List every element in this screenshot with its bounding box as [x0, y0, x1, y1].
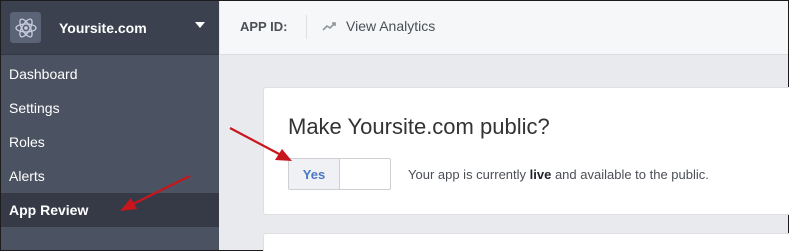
status-suffix: and available to the public. — [551, 167, 709, 182]
sidebar-item-label: Settings — [9, 100, 60, 116]
toggle-yes-label: Yes — [289, 159, 340, 189]
sidebar-item-label: App Review — [9, 202, 89, 218]
trend-up-icon — [322, 22, 336, 31]
make-public-card: Make Yoursite.com public? Yes Your app i… — [263, 87, 789, 215]
divider — [306, 15, 307, 39]
sidebar: Yoursite.com Dashboard Settings Roles Al… — [1, 1, 219, 250]
status-prefix: Your app is currently — [408, 167, 530, 182]
public-toggle[interactable]: Yes — [288, 158, 391, 190]
sidebar-item-label: Dashboard — [9, 66, 78, 82]
app-id-label: APP ID: — [240, 19, 288, 34]
caret-down-icon[interactable] — [195, 22, 205, 28]
sidebar-item-label: Alerts — [9, 168, 45, 184]
site-name: Yoursite.com — [59, 19, 147, 36]
card-title: Make Yoursite.com public? — [288, 114, 550, 139]
sidebar-item-dashboard[interactable]: Dashboard — [1, 57, 219, 91]
sidebar-item-label: Roles — [9, 134, 45, 150]
view-analytics-label: View Analytics — [346, 18, 436, 34]
sidebar-item-alerts[interactable]: Alerts — [1, 159, 219, 193]
next-card — [263, 233, 789, 251]
sidebar-item-app-review[interactable]: App Review — [1, 193, 219, 227]
top-bar: APP ID: View Analytics — [220, 1, 788, 55]
status-live: live — [529, 167, 552, 182]
view-analytics-link[interactable]: View Analytics — [322, 18, 435, 34]
sidebar-item-settings[interactable]: Settings — [1, 91, 219, 125]
sidebar-item-roles[interactable]: Roles — [1, 125, 219, 159]
app-switcher[interactable]: Yoursite.com — [1, 1, 219, 55]
status-text: Your app is currently live and available… — [408, 167, 709, 182]
atom-icon — [10, 12, 41, 43]
